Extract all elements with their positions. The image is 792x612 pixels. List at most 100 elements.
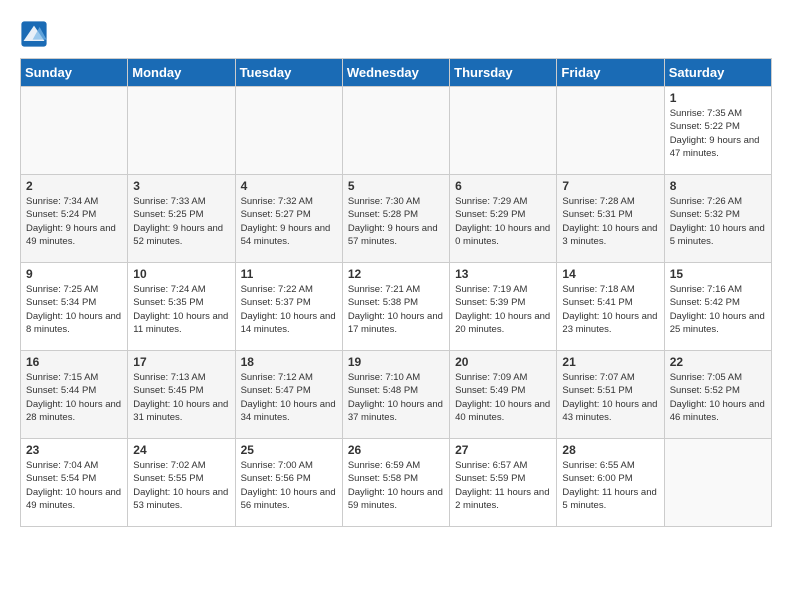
weekday-header: Friday (557, 59, 664, 87)
calendar-cell: 7 Sunrise: 7:28 AM Sunset: 5:31 PM Daylig… (557, 175, 664, 263)
calendar-header: SundayMondayTuesdayWednesdayThursdayFrid… (21, 59, 772, 87)
day-info: Sunrise: 7:05 AM Sunset: 5:52 PM Dayligh… (670, 371, 766, 424)
calendar-cell: 14 Sunrise: 7:18 AM Sunset: 5:41 PM Dayli… (557, 263, 664, 351)
calendar-cell: 24 Sunrise: 7:02 AM Sunset: 5:55 PM Dayli… (128, 439, 235, 527)
day-info: Sunrise: 7:26 AM Sunset: 5:32 PM Dayligh… (670, 195, 766, 248)
page-header (20, 20, 772, 48)
day-number: 2 (26, 179, 122, 193)
day-number: 1 (670, 91, 766, 105)
day-info: Sunrise: 7:21 AM Sunset: 5:38 PM Dayligh… (348, 283, 444, 336)
day-number: 6 (455, 179, 551, 193)
day-info: Sunrise: 7:22 AM Sunset: 5:37 PM Dayligh… (241, 283, 337, 336)
calendar-cell: 11 Sunrise: 7:22 AM Sunset: 5:37 PM Dayli… (235, 263, 342, 351)
calendar-cell: 17 Sunrise: 7:13 AM Sunset: 5:45 PM Dayli… (128, 351, 235, 439)
calendar-cell (557, 87, 664, 175)
day-info: Sunrise: 6:55 AM Sunset: 6:00 PM Dayligh… (562, 459, 658, 512)
day-number: 17 (133, 355, 229, 369)
calendar-table: SundayMondayTuesdayWednesdayThursdayFrid… (20, 58, 772, 527)
calendar-cell: 28 Sunrise: 6:55 AM Sunset: 6:00 PM Dayli… (557, 439, 664, 527)
weekday-header: Sunday (21, 59, 128, 87)
weekday-row: SundayMondayTuesdayWednesdayThursdayFrid… (21, 59, 772, 87)
calendar-cell: 26 Sunrise: 6:59 AM Sunset: 5:58 PM Dayli… (342, 439, 449, 527)
calendar-week-row: 1 Sunrise: 7:35 AM Sunset: 5:22 PM Daylig… (21, 87, 772, 175)
calendar-cell: 16 Sunrise: 7:15 AM Sunset: 5:44 PM Dayli… (21, 351, 128, 439)
calendar-cell: 9Sunrise: 7:25 AM Sunset: 5:34 PM Daylig… (21, 263, 128, 351)
weekday-header: Saturday (664, 59, 771, 87)
calendar-cell: 23 Sunrise: 7:04 AM Sunset: 5:54 PM Dayli… (21, 439, 128, 527)
day-number: 13 (455, 267, 551, 281)
calendar-cell (21, 87, 128, 175)
day-number: 3 (133, 179, 229, 193)
calendar-cell: 5Sunrise: 7:30 AM Sunset: 5:28 PM Daylig… (342, 175, 449, 263)
day-info: Sunrise: 7:00 AM Sunset: 5:56 PM Dayligh… (241, 459, 337, 512)
calendar-cell: 3Sunrise: 7:33 AM Sunset: 5:25 PM Daylig… (128, 175, 235, 263)
calendar-cell: 8 Sunrise: 7:26 AM Sunset: 5:32 PM Daylig… (664, 175, 771, 263)
day-info: Sunrise: 7:30 AM Sunset: 5:28 PM Dayligh… (348, 195, 444, 248)
day-number: 10 (133, 267, 229, 281)
calendar-cell (342, 87, 449, 175)
calendar-cell: 10 Sunrise: 7:24 AM Sunset: 5:35 PM Dayli… (128, 263, 235, 351)
calendar-cell (128, 87, 235, 175)
day-info: Sunrise: 7:16 AM Sunset: 5:42 PM Dayligh… (670, 283, 766, 336)
day-number: 23 (26, 443, 122, 457)
day-info: Sunrise: 7:29 AM Sunset: 5:29 PM Dayligh… (455, 195, 551, 248)
day-info: Sunrise: 7:34 AM Sunset: 5:24 PM Dayligh… (26, 195, 122, 248)
day-number: 8 (670, 179, 766, 193)
weekday-header: Thursday (450, 59, 557, 87)
day-info: Sunrise: 7:02 AM Sunset: 5:55 PM Dayligh… (133, 459, 229, 512)
day-info: Sunrise: 7:19 AM Sunset: 5:39 PM Dayligh… (455, 283, 551, 336)
calendar-cell (664, 439, 771, 527)
calendar-cell: 1 Sunrise: 7:35 AM Sunset: 5:22 PM Daylig… (664, 87, 771, 175)
weekday-header: Monday (128, 59, 235, 87)
calendar-cell: 18Sunrise: 7:12 AM Sunset: 5:47 PM Dayli… (235, 351, 342, 439)
day-number: 7 (562, 179, 658, 193)
day-number: 28 (562, 443, 658, 457)
day-info: Sunrise: 6:59 AM Sunset: 5:58 PM Dayligh… (348, 459, 444, 512)
day-number: 14 (562, 267, 658, 281)
day-info: Sunrise: 7:09 AM Sunset: 5:49 PM Dayligh… (455, 371, 551, 424)
calendar-body: 1 Sunrise: 7:35 AM Sunset: 5:22 PM Daylig… (21, 87, 772, 527)
day-info: Sunrise: 7:04 AM Sunset: 5:54 PM Dayligh… (26, 459, 122, 512)
calendar-cell: 22Sunrise: 7:05 AM Sunset: 5:52 PM Dayli… (664, 351, 771, 439)
calendar-cell (235, 87, 342, 175)
logo-icon (20, 20, 48, 48)
day-number: 26 (348, 443, 444, 457)
calendar-cell: 25 Sunrise: 7:00 AM Sunset: 5:56 PM Dayli… (235, 439, 342, 527)
day-number: 11 (241, 267, 337, 281)
calendar-cell: 20 Sunrise: 7:09 AM Sunset: 5:49 PM Dayli… (450, 351, 557, 439)
calendar-cell: 13 Sunrise: 7:19 AM Sunset: 5:39 PM Dayli… (450, 263, 557, 351)
day-number: 20 (455, 355, 551, 369)
day-number: 24 (133, 443, 229, 457)
logo (20, 20, 50, 48)
day-info: Sunrise: 7:35 AM Sunset: 5:22 PM Dayligh… (670, 107, 766, 160)
day-info: Sunrise: 7:24 AM Sunset: 5:35 PM Dayligh… (133, 283, 229, 336)
calendar-cell: 19Sunrise: 7:10 AM Sunset: 5:48 PM Dayli… (342, 351, 449, 439)
day-info: Sunrise: 7:18 AM Sunset: 5:41 PM Dayligh… (562, 283, 658, 336)
calendar-week-row: 16 Sunrise: 7:15 AM Sunset: 5:44 PM Dayli… (21, 351, 772, 439)
day-info: Sunrise: 7:07 AM Sunset: 5:51 PM Dayligh… (562, 371, 658, 424)
calendar-week-row: 2 Sunrise: 7:34 AM Sunset: 5:24 PM Daylig… (21, 175, 772, 263)
day-number: 21 (562, 355, 658, 369)
day-info: Sunrise: 7:13 AM Sunset: 5:45 PM Dayligh… (133, 371, 229, 424)
day-number: 25 (241, 443, 337, 457)
calendar-cell: 4Sunrise: 7:32 AM Sunset: 5:27 PM Daylig… (235, 175, 342, 263)
day-info: Sunrise: 7:28 AM Sunset: 5:31 PM Dayligh… (562, 195, 658, 248)
day-info: Sunrise: 7:32 AM Sunset: 5:27 PM Dayligh… (241, 195, 337, 248)
day-info: Sunrise: 6:57 AM Sunset: 5:59 PM Dayligh… (455, 459, 551, 512)
calendar-cell (450, 87, 557, 175)
calendar-cell: 21 Sunrise: 7:07 AM Sunset: 5:51 PM Dayli… (557, 351, 664, 439)
calendar-cell: 27 Sunrise: 6:57 AM Sunset: 5:59 PM Dayli… (450, 439, 557, 527)
calendar-cell: 15Sunrise: 7:16 AM Sunset: 5:42 PM Dayli… (664, 263, 771, 351)
day-number: 9 (26, 267, 122, 281)
calendar-week-row: 9Sunrise: 7:25 AM Sunset: 5:34 PM Daylig… (21, 263, 772, 351)
day-number: 12 (348, 267, 444, 281)
weekday-header: Tuesday (235, 59, 342, 87)
day-number: 16 (26, 355, 122, 369)
day-info: Sunrise: 7:15 AM Sunset: 5:44 PM Dayligh… (26, 371, 122, 424)
calendar-week-row: 23 Sunrise: 7:04 AM Sunset: 5:54 PM Dayli… (21, 439, 772, 527)
day-info: Sunrise: 7:10 AM Sunset: 5:48 PM Dayligh… (348, 371, 444, 424)
calendar-cell: 12 Sunrise: 7:21 AM Sunset: 5:38 PM Dayli… (342, 263, 449, 351)
day-number: 27 (455, 443, 551, 457)
calendar-cell: 6 Sunrise: 7:29 AM Sunset: 5:29 PM Daylig… (450, 175, 557, 263)
weekday-header: Wednesday (342, 59, 449, 87)
